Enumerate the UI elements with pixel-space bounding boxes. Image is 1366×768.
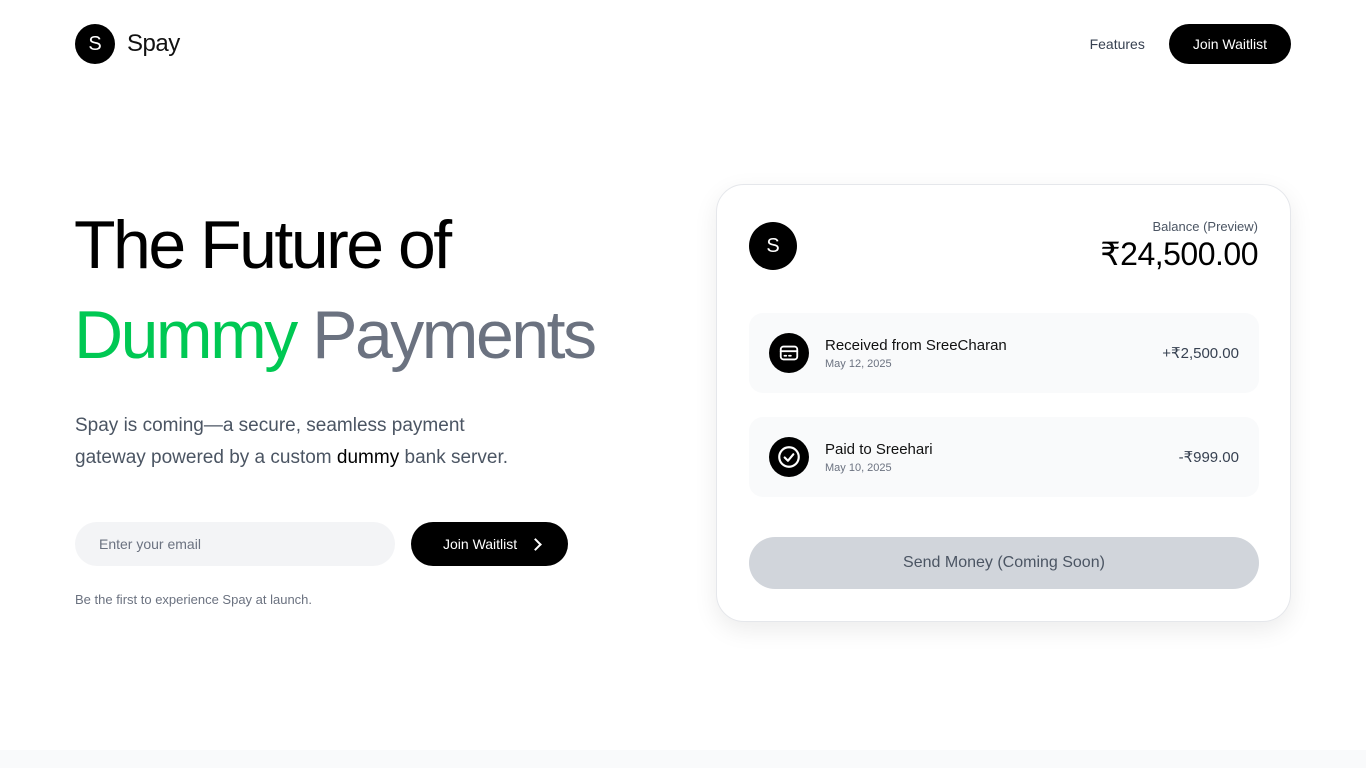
hero-join-waitlist-button[interactable]: Join Waitlist xyxy=(411,522,569,566)
hero-subtitle-post: bank server. xyxy=(399,447,508,468)
transaction-details: Paid to Sreehari May 10, 2025 xyxy=(825,441,1179,474)
footer-band xyxy=(0,750,1366,768)
brand-logo: S xyxy=(75,24,115,64)
hero-title-muted: Payments xyxy=(312,297,597,373)
transaction-item: Received from SreeCharan May 12, 2025 +₹… xyxy=(749,313,1259,393)
hero-subtitle-emphasis: dummy xyxy=(336,447,400,468)
card-icon xyxy=(769,333,809,373)
brand[interactable]: S Spay xyxy=(75,24,180,64)
transaction-amount: -₹999.00 xyxy=(1178,449,1239,466)
nav-join-waitlist-button[interactable]: Join Waitlist xyxy=(1168,24,1291,64)
waitlist-hint: Be the first to experience Spay at launc… xyxy=(75,592,313,607)
hero-title: The Future of Dummy Payments xyxy=(74,200,597,380)
avatar: S xyxy=(749,222,797,270)
balance-label: Balance (Preview) xyxy=(1152,219,1259,234)
transaction-title: Paid to Sreehari xyxy=(825,440,933,458)
hero-subtitle: Spay is coming—a secure, seamless paymen… xyxy=(75,410,535,474)
transaction-date: May 12, 2025 xyxy=(825,357,892,370)
email-input[interactable] xyxy=(75,522,395,566)
transaction-title: Received from SreeCharan xyxy=(825,336,1007,354)
transaction-details: Received from SreeCharan May 12, 2025 xyxy=(825,337,1162,370)
transaction-item: Paid to Sreehari May 10, 2025 -₹999.00 xyxy=(749,417,1259,497)
wallet-preview-card: S Balance (Preview) ₹24,500.00 Received … xyxy=(716,184,1291,622)
check-circle-icon xyxy=(769,437,809,477)
nav-actions: Features Join Waitlist xyxy=(1090,24,1291,64)
top-nav: S Spay Features Join Waitlist xyxy=(75,24,1291,64)
balance-value: ₹24,500.00 xyxy=(1100,236,1258,272)
hero-title-line1: The Future of xyxy=(74,207,452,283)
transaction-date: May 10, 2025 xyxy=(825,461,892,474)
transaction-amount: +₹2,500.00 xyxy=(1162,345,1239,362)
nav-link-features[interactable]: Features xyxy=(1090,36,1145,52)
send-money-button[interactable]: Send Money (Coming Soon) xyxy=(749,537,1259,589)
hero-join-waitlist-label: Join Waitlist xyxy=(443,536,518,552)
waitlist-form: Join Waitlist xyxy=(75,522,569,566)
chevron-right-icon xyxy=(529,537,543,551)
hero-title-accent: Dummy xyxy=(74,297,298,373)
brand-name: Spay xyxy=(127,30,180,57)
